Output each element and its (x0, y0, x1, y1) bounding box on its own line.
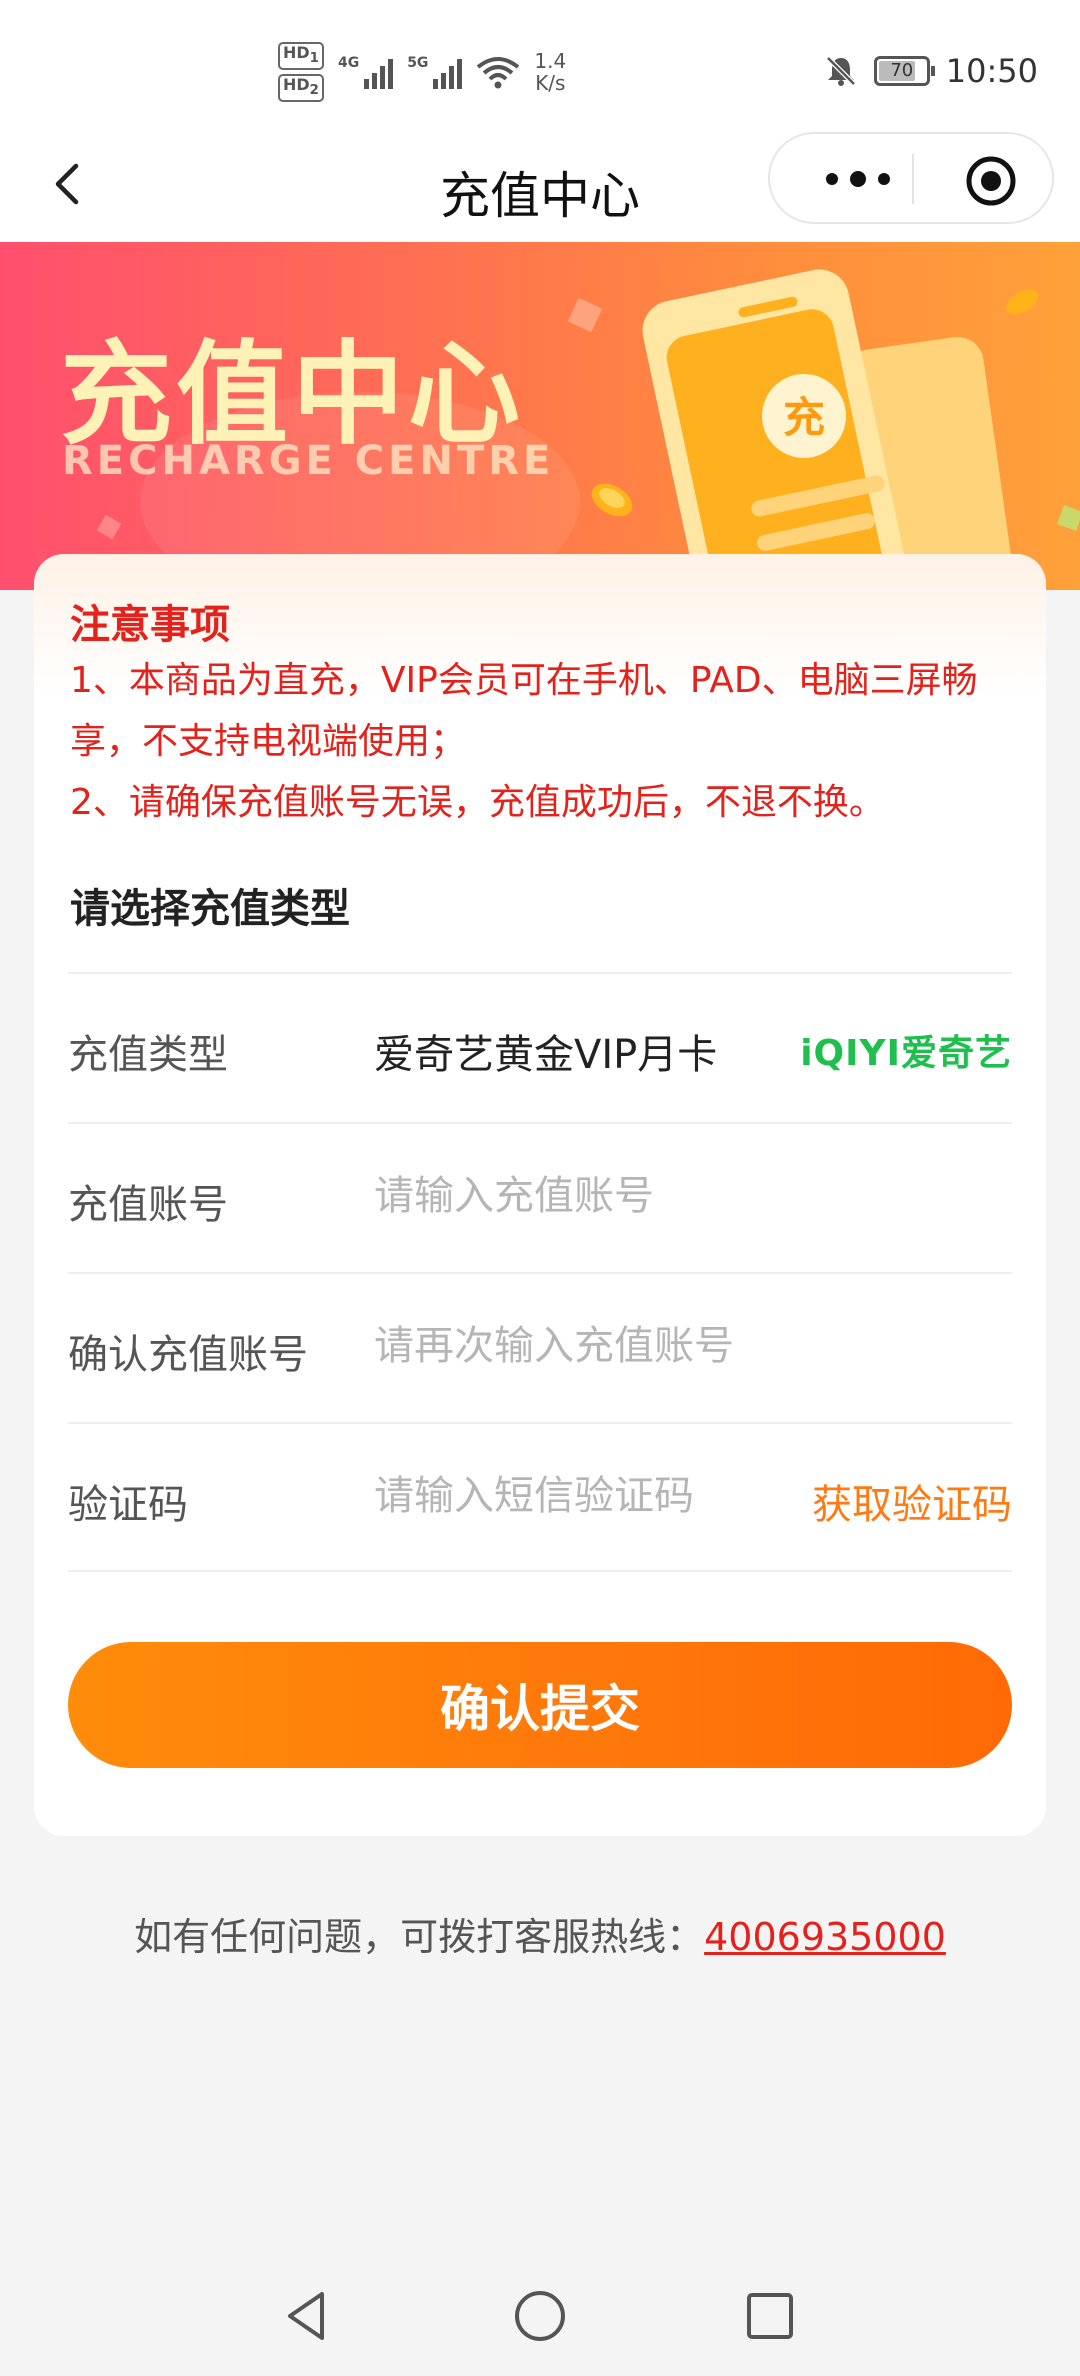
submit-button[interactable]: 确认提交 (68, 1642, 1012, 1768)
notice-title: 注意事项 (70, 602, 230, 648)
miniprogram-capsule (768, 132, 1054, 224)
status-bar: HD1 HD2 4G 5G 1.4 K/s 70 10:50 (0, 0, 1080, 130)
status-left: HD1 HD2 4G 5G 1.4 K/s (278, 42, 567, 103)
confirm-account-label: 确认充值账号 (68, 1332, 308, 1378)
iqiyi-logo: iQIYI爱奇艺 (800, 1033, 1012, 1074)
notice-line-1: 1、本商品为直充，VIP会员可在手机、PAD、电脑三屏畅享，不支持电视端使用； (70, 660, 978, 762)
notice-text: 1、本商品为直充，VIP会员可在手机、PAD、电脑三屏畅享，不支持电视端使用； … (70, 650, 1020, 833)
signal-icon-sim1: 4G (338, 55, 394, 90)
confirm-account-input[interactable] (374, 1314, 794, 1378)
verification-code-label: 验证码 (68, 1482, 188, 1528)
hotline: 如有任何问题，可拨打客服热线：4006935000 (0, 1906, 1080, 1961)
system-navigation-bar (0, 2266, 1080, 2366)
phone-illustration: 充 (642, 269, 1016, 590)
account-input[interactable] (374, 1164, 794, 1228)
hd-badge-2: HD2 (278, 74, 324, 103)
hd-indicators: HD1 HD2 (278, 42, 324, 103)
recharge-type-row[interactable]: 充值类型 爱奇艺黄金VIP月卡 iQIYI爱奇艺 (68, 972, 1012, 1122)
hotline-number-link[interactable]: 4006935000 (704, 1915, 946, 1959)
signal-icon-sim2: 5G (407, 55, 463, 90)
back-triangle-icon[interactable] (278, 2286, 338, 2346)
section-title: 请选择充值类型 (70, 886, 350, 932)
verification-code-input[interactable] (374, 1464, 794, 1528)
notice-line-2: 2、请确保充值账号无误，充值成功后，不退不换。 (70, 782, 885, 823)
recharge-card: 注意事项 1、本商品为直充，VIP会员可在手机、PAD、电脑三屏畅享，不支持电视… (34, 554, 1046, 1836)
close-miniprogram-icon[interactable] (964, 154, 1018, 208)
recharge-banner: 充值中心 RECHARGE CENTRE 充 (0, 242, 1080, 590)
hotline-text: 如有任何问题，可拨打客服热线： (134, 1915, 705, 1959)
account-row: 充值账号 (68, 1122, 1012, 1272)
recents-square-icon[interactable] (740, 2286, 800, 2346)
account-label: 充值账号 (68, 1182, 228, 1228)
battery-icon: 70 (873, 56, 935, 86)
nav-bar: 充值中心 (0, 130, 1080, 242)
banner-subtitle: RECHARGE CENTRE (62, 438, 555, 484)
more-options-icon[interactable] (808, 154, 908, 204)
form-divider (68, 1570, 1012, 1572)
recharge-type-label: 充值类型 (68, 1032, 228, 1078)
status-right: 70 10:50 (824, 52, 1038, 90)
network-speed: 1.4 K/s (534, 49, 567, 96)
wifi-icon (477, 57, 520, 89)
get-code-button[interactable]: 获取验证码 (812, 1472, 1012, 1530)
confirm-account-row: 确认充值账号 (68, 1272, 1012, 1422)
bell-muted-icon (826, 56, 856, 86)
verification-code-row: 验证码 获取验证码 (68, 1422, 1012, 1572)
hd-badge-1: HD1 (278, 42, 324, 71)
home-circle-icon[interactable] (510, 2286, 570, 2346)
recharge-type-value: 爱奇艺黄金VIP月卡 (374, 1032, 718, 1078)
svg-text:充: 充 (783, 393, 825, 442)
clock: 10:50 (945, 52, 1038, 90)
capsule-divider (912, 154, 914, 204)
